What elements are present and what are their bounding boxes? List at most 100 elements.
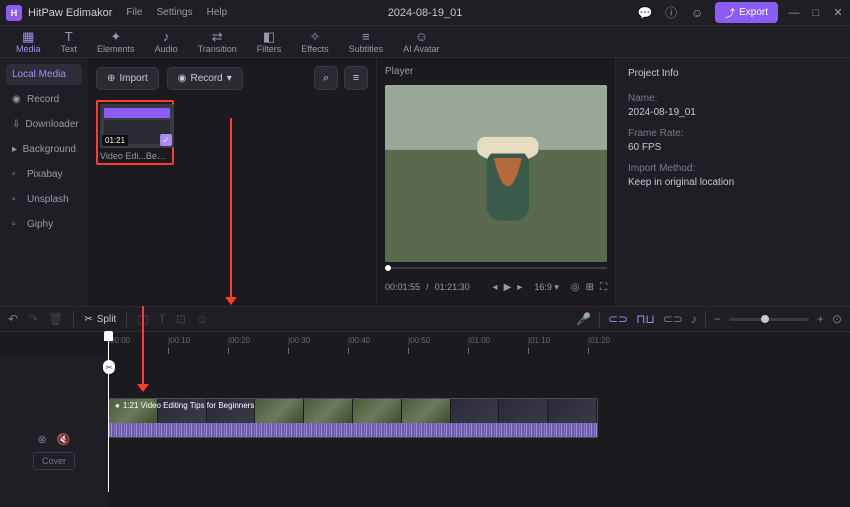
sidebar-item-giphy[interactable]: ▫ Giphy [6, 214, 82, 235]
tab-label: Effects [301, 44, 328, 54]
info-icon[interactable]: ⓘ [663, 5, 679, 21]
tab-effects[interactable]: ✧Effects [291, 30, 338, 54]
media-sidebar: Local Media ◉Record ⇩Downloader ▸Backgro… [0, 58, 88, 306]
total-time: 01:21:30 [435, 282, 470, 292]
crop-button[interactable]: ⊞ [586, 282, 594, 293]
sidebar-item-unsplash[interactable]: ▫ Unsplash [6, 189, 82, 210]
text-icon: T [65, 30, 73, 43]
snapshot-button[interactable]: ◎ [571, 282, 580, 293]
seek-track[interactable] [385, 267, 607, 269]
delete-button[interactable]: 🗑 [48, 312, 63, 326]
sidebar-item-background[interactable]: ▸Background [6, 139, 82, 160]
undo-button[interactable]: ↶ [8, 312, 18, 326]
sidebar-item-label: Giphy [27, 219, 53, 230]
zoom-out-button[interactable]: − [714, 312, 721, 326]
ruler-tick: |01:10 [528, 336, 550, 345]
export-button[interactable]: ⤴Export [715, 2, 778, 23]
app-name: HitPaw Edimakor [28, 7, 112, 19]
separator [599, 311, 600, 327]
sidebar-item-pixabay[interactable]: ▫ Pixabay [6, 164, 82, 185]
crop-tool-button[interactable]: ◫ [137, 312, 148, 326]
tab-subtitles[interactable]: ≡Subtitles [339, 30, 394, 54]
info-import-label: Import Method: [628, 163, 838, 174]
text-tool-button[interactable]: T [159, 312, 166, 326]
search-button[interactable]: ⌕ [314, 66, 338, 90]
timeline-clip[interactable]: ●1:21 Video Editing Tips for Beginners [108, 398, 598, 438]
audio-icon: ♪ [163, 30, 170, 43]
tab-audio[interactable]: ♪Audio [145, 30, 188, 54]
annotation-line [230, 118, 232, 303]
fullscreen-button[interactable]: ⛶ [600, 282, 607, 293]
lock-track-button[interactable]: ⊗ [38, 433, 47, 446]
subtitles-icon: ≡ [362, 30, 370, 43]
cut-handle-icon[interactable]: ✂ [103, 360, 115, 374]
info-title: Project Info [628, 66, 838, 81]
pixabay-icon: ▫ [12, 169, 22, 180]
menu-file[interactable]: File [126, 7, 142, 18]
player-viewport[interactable] [385, 85, 607, 262]
minimize-button[interactable]: — [788, 7, 800, 19]
speed-button[interactable]: ⊡ [176, 312, 186, 326]
next-frame-button[interactable]: ▸ [517, 282, 522, 293]
sidebar-item-label: Pixabay [27, 169, 63, 180]
split-button[interactable]: ✂Split [84, 314, 116, 325]
playhead[interactable] [108, 332, 109, 492]
clip-label: 1:21 Video Editing Tips for Beginners [123, 401, 255, 410]
tab-text[interactable]: TText [51, 30, 88, 54]
sidebar-item-local-media[interactable]: Local Media [6, 64, 82, 85]
tab-transition[interactable]: ⇄Transition [188, 30, 247, 54]
chat-icon[interactable]: 💬 [637, 5, 653, 21]
chevron-down-icon: ▾ [227, 73, 232, 84]
current-time: 00:01:55 [385, 282, 420, 292]
tab-media[interactable]: ▦Media [6, 30, 51, 54]
giphy-icon: ▫ [12, 219, 22, 230]
info-name-label: Name: [628, 93, 838, 104]
link-button[interactable]: ⊂⊃ [608, 312, 628, 326]
track-body[interactable]: ●1:21 Video Editing Tips for Beginners [108, 356, 850, 506]
media-panel: ⊕Import ◉Record▾ ⌕ ≡ 01:21 ✓ Video Edi..… [88, 58, 376, 306]
mute-track-button[interactable]: 🔇 [57, 433, 71, 446]
prev-frame-button[interactable]: ◂ [493, 282, 498, 293]
tab-label: Subtitles [349, 44, 384, 54]
tab-elements[interactable]: ✦Elements [87, 30, 145, 54]
audio-track-button[interactable]: ♪ [691, 312, 697, 326]
menu-settings[interactable]: Settings [156, 7, 192, 18]
ruler-tick: |00:40 [348, 336, 370, 345]
fit-button[interactable]: ⊙ [832, 312, 842, 326]
sidebar-item-label: Background [23, 144, 76, 155]
ruler-tick: |01:00 [468, 336, 490, 345]
sidebar-item-label: Unsplash [27, 194, 69, 205]
redo-button[interactable]: ↷ [28, 312, 38, 326]
mic-button[interactable]: 🎤 [576, 312, 591, 326]
marker-button[interactable]: ⊂⊃ [663, 312, 683, 326]
sidebar-item-downloader[interactable]: ⇩Downloader [6, 114, 82, 135]
record-button[interactable]: ◉Record▾ [167, 67, 243, 90]
close-button[interactable]: ✕ [832, 6, 844, 19]
import-button[interactable]: ⊕Import [96, 67, 159, 90]
sticker-button[interactable]: ☺ [196, 312, 208, 326]
tab-label: Media [16, 44, 41, 54]
sort-button[interactable]: ≡ [344, 66, 368, 90]
tab-ai-avatar[interactable]: ☺AI Avatar [393, 30, 449, 54]
unsplash-icon: ▫ [12, 194, 22, 205]
aspect-ratio-dropdown[interactable]: 16:9 ▾ [534, 282, 559, 293]
seek-handle[interactable] [385, 265, 391, 271]
track-header: ⊗ 🔇 Cover [0, 356, 108, 506]
zoom-handle[interactable] [761, 315, 769, 323]
thumbnail-image: 01:21 ✓ [100, 104, 174, 148]
tab-filters[interactable]: ◧Filters [247, 30, 292, 54]
zoom-slider[interactable] [729, 318, 809, 321]
export-icon: ⤴ [725, 5, 735, 20]
menu-help[interactable]: Help [207, 7, 228, 18]
play-button[interactable]: ▶ [504, 282, 512, 293]
maximize-button[interactable]: □ [810, 7, 822, 19]
account-icon[interactable]: ☺ [689, 5, 705, 21]
zoom-in-button[interactable]: + [817, 312, 824, 326]
media-icon: ▦ [22, 30, 34, 43]
ruler-tick: |00:30 [288, 336, 310, 345]
media-clip-thumbnail[interactable]: 01:21 ✓ Video Edi...Beginners [96, 100, 174, 165]
timeline-ruler[interactable]: |00:00 |00:10 |00:20 |00:30 |00:40 |00:5… [0, 332, 850, 356]
sidebar-item-record[interactable]: ◉Record [6, 89, 82, 110]
magnet-button[interactable]: ⊓⊔ [636, 312, 655, 326]
cover-button[interactable]: Cover [33, 452, 75, 470]
